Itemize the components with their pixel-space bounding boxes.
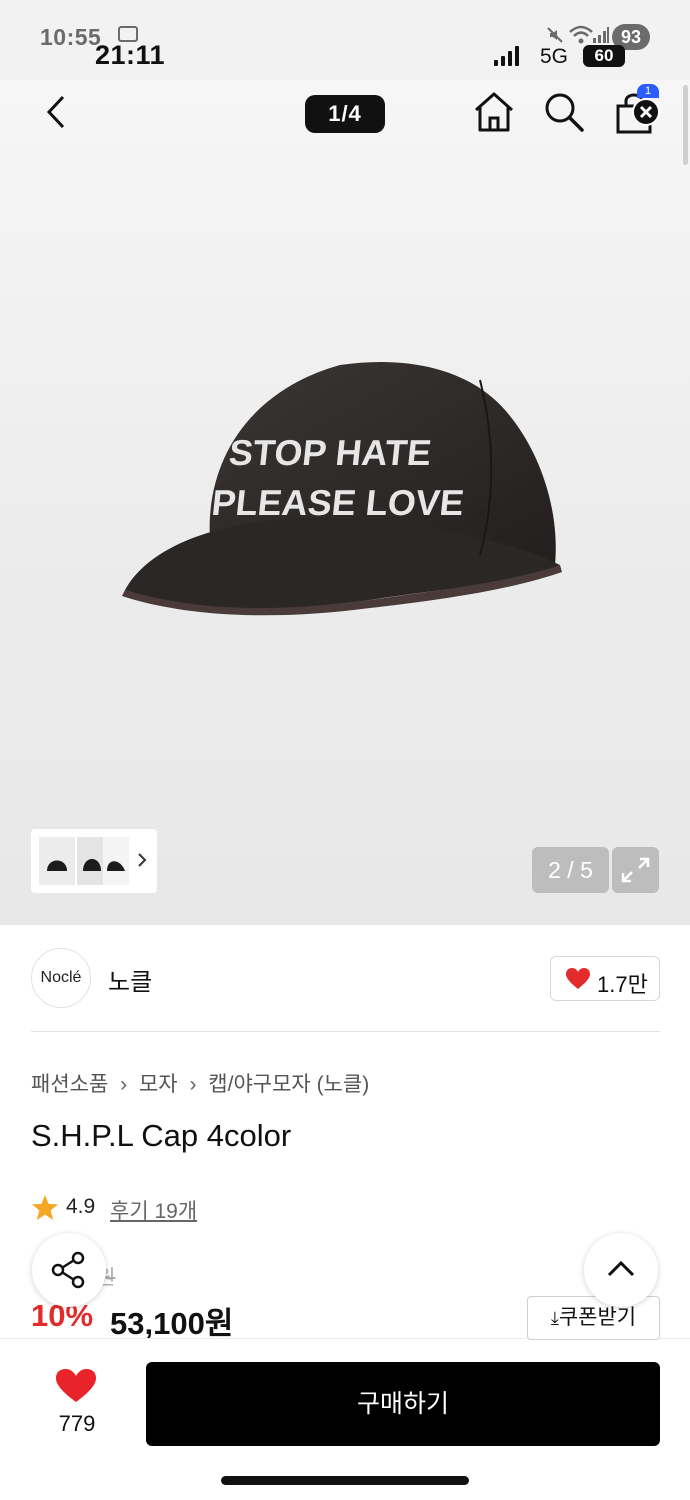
star-icon [32, 1195, 58, 1220]
thumbnail-front[interactable] [39, 837, 75, 885]
brand-like-count: 1.7만 [597, 972, 648, 997]
cap-print-line2: PLEASE LOVE [210, 482, 466, 523]
search-button[interactable] [542, 90, 586, 134]
scrollbar[interactable] [683, 85, 688, 165]
review-link[interactable]: 후기 19개 [110, 1195, 197, 1225]
image-counter: 2 / 5 [532, 847, 609, 893]
wifi-icon [569, 25, 593, 44]
status-time: 21:11 [95, 40, 166, 70]
battery-level: 60 [583, 45, 625, 67]
coupon-label: 쿠폰받기 [558, 1306, 637, 1329]
share-icon [51, 1251, 85, 1289]
share-button[interactable] [32, 1233, 106, 1307]
signal-icon [494, 46, 519, 66]
thumbnail-profile[interactable] [103, 837, 129, 885]
status-time-background: 10:55 [40, 24, 102, 50]
cart-count-badge: 1 [637, 84, 659, 98]
home-indicator [221, 1476, 469, 1485]
network-type: 5G [540, 45, 569, 68]
top-navigation: 1/4 [0, 80, 690, 150]
home-button[interactable] [472, 90, 516, 134]
mute-icon [547, 27, 563, 43]
sale-price: 53,100원 [110, 1306, 234, 1341]
scroll-to-top-button[interactable] [584, 1233, 658, 1307]
brand-logo[interactable]: Noclé [31, 948, 91, 1008]
product-title: S.H.P.L Cap 4color [31, 1118, 292, 1153]
brand-name[interactable]: 노클 [108, 962, 152, 997]
breadcrumb-item-category[interactable]: 패션소품 [31, 1073, 108, 1096]
status-bar: 10:55 21:11 93 5G 60 [0, 0, 690, 80]
breadcrumb-item-hats[interactable]: 모자 [139, 1073, 178, 1096]
brand-like-button[interactable]: 1.7만 [550, 956, 660, 1001]
signal-secondary-icon [593, 27, 609, 43]
divider [31, 1031, 660, 1032]
rating-value: 4.9 [66, 1195, 96, 1218]
breadcrumb-item-caps[interactable]: 캡/야구모자 (노클) [208, 1073, 369, 1096]
chevron-left-icon [46, 95, 65, 129]
page-indicator: 1/4 [305, 95, 385, 133]
close-icon [639, 105, 653, 119]
expand-icon [621, 857, 650, 883]
close-overlay-button[interactable] [632, 98, 660, 126]
chevron-up-icon [607, 1260, 635, 1277]
buy-button[interactable]: 구매하기 [146, 1362, 660, 1446]
product-image-cap: STOP HATE PLEASE LOVE [122, 362, 562, 616]
back-button[interactable] [36, 90, 76, 134]
chevron-right-icon[interactable] [135, 849, 149, 871]
search-icon [545, 93, 584, 132]
chevron-right-icon: › [189, 1073, 197, 1096]
fullscreen-button[interactable] [612, 847, 659, 893]
heart-icon [566, 968, 590, 989]
breadcrumb: 패션소품 › 모자 › 캡/야구모자 (노클) [31, 1068, 369, 1098]
product-image-gallery[interactable]: STOP HATE PLEASE LOVE 2 / 5 [0, 80, 690, 925]
wishlist-count: 779 [58, 1411, 96, 1436]
cap-print-line1: STOP HATE [227, 432, 433, 473]
wishlist-heart-icon[interactable] [55, 1368, 97, 1404]
download-icon: ⤓ [550, 1308, 559, 1328]
color-thumbnail-strip[interactable] [31, 829, 157, 893]
chevron-right-icon: › [120, 1073, 128, 1096]
home-icon [475, 92, 513, 132]
